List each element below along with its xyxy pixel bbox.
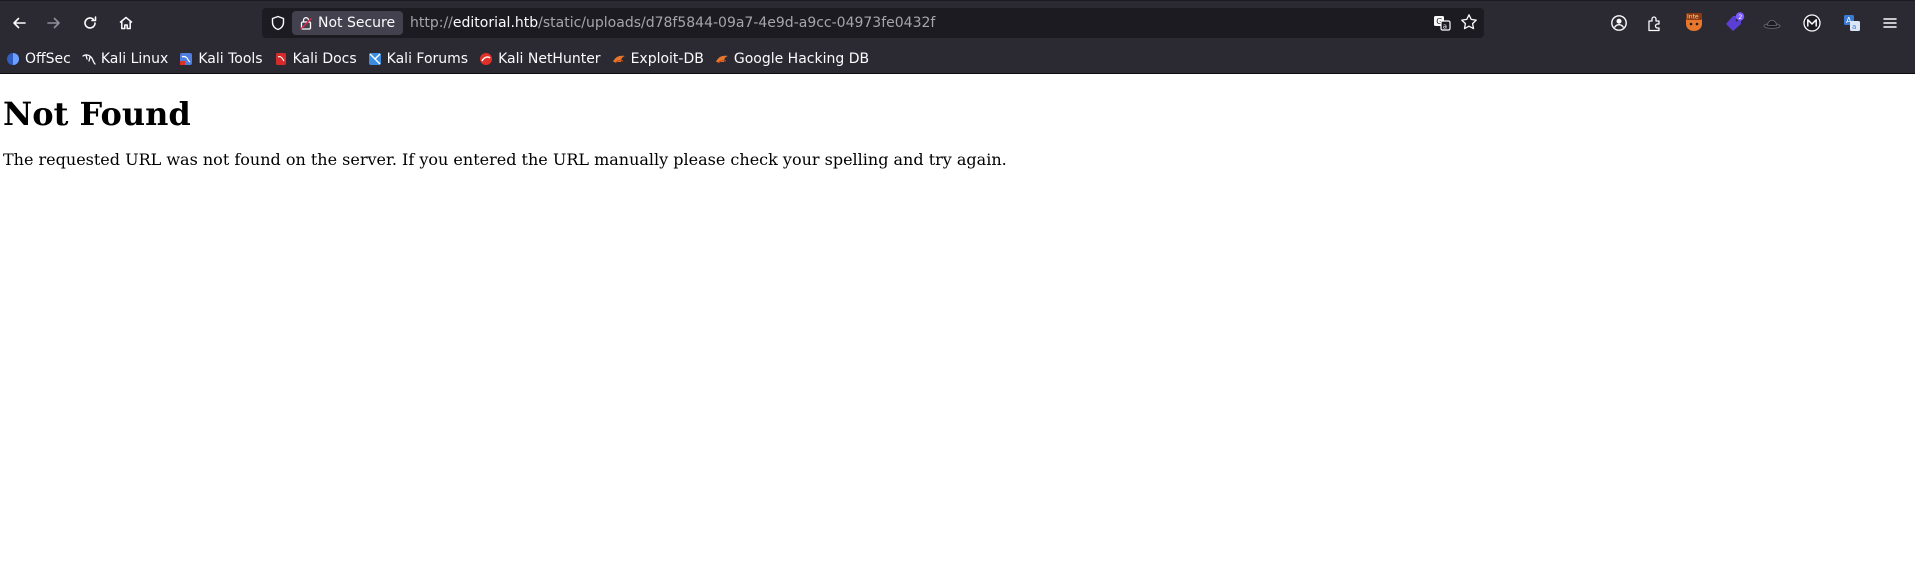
svg-text:a: a (1852, 23, 1856, 31)
account-icon (1611, 15, 1627, 31)
home-button[interactable] (110, 7, 142, 39)
security-label: Not Secure (318, 15, 396, 31)
error-message: The requested URL was not found on the s… (3, 150, 1007, 169)
reload-icon (84, 16, 97, 29)
kali-dragon-icon (82, 53, 96, 65)
offsec-icon (7, 52, 19, 65)
page-content: Not Found The requested URL was not foun… (0, 94, 1915, 170)
extension-hat-button[interactable] (1760, 11, 1784, 35)
reload-button[interactable] (74, 7, 106, 39)
google-hacking-db-icon (715, 55, 728, 63)
extension-translate-button[interactable]: A a (1840, 11, 1864, 35)
url-scheme: http:// (410, 15, 453, 31)
hat-extension-icon (1763, 20, 1781, 29)
bookmark-label: Google Hacking DB (733, 50, 870, 67)
bookmark-kali-nethunter[interactable]: Kali NetHunter (479, 47, 601, 71)
translate-extension-icon: A a (1844, 15, 1860, 31)
account-button[interactable] (1607, 11, 1631, 35)
translate-button[interactable]: G a (1432, 13, 1452, 37)
bookmarks-toolbar: OffSec Kali Linux Kali Tools Kali Docs K… (0, 44, 1915, 74)
browser-chrome: Not Secure http://editorial.htb/static/u… (0, 0, 1915, 74)
bookmark-offsec[interactable]: OffSec (6, 47, 71, 71)
fox-extension-icon: Inte (1686, 13, 1702, 31)
extension-badge-count: 2 (1738, 13, 1742, 21)
bookmark-label: Kali Linux (100, 50, 169, 67)
menu-button[interactable] (1878, 11, 1902, 35)
bookmark-kali-linux[interactable]: Kali Linux (82, 47, 168, 71)
tag-extension-icon: 2 (1726, 12, 1745, 31)
exploit-db-icon (612, 55, 625, 63)
extension-tag-button[interactable]: 2 (1722, 11, 1746, 35)
star-icon (1461, 14, 1477, 30)
bookmark-label: Kali Docs (292, 50, 357, 67)
page-title: Not Found (3, 95, 191, 133)
back-button[interactable] (3, 7, 35, 39)
bookmark-google-hacking-db[interactable]: Google Hacking DB (715, 47, 869, 71)
extension-fox-button[interactable]: Inte (1682, 11, 1706, 35)
extensions-icon (1648, 16, 1660, 32)
bookmark-label: OffSec (25, 50, 71, 67)
bookmark-label: Kali NetHunter (498, 50, 601, 67)
kali-tools-icon (180, 52, 193, 65)
url-bar[interactable]: Not Secure http://editorial.htb/static/u… (262, 8, 1484, 38)
bookmark-label: Exploit-DB (630, 50, 704, 67)
url-path: /static/uploads/d78f5844-09a7-4e9d-a9cc-… (538, 15, 936, 31)
forward-icon (47, 17, 60, 29)
url-host: editorial.htb (452, 15, 539, 31)
bookmark-kali-tools[interactable]: Kali Tools (179, 47, 263, 71)
kali-forums-icon (368, 52, 381, 65)
svg-text:a: a (1443, 22, 1447, 30)
kali-docs-icon (275, 52, 286, 65)
home-icon (119, 16, 133, 30)
forward-button[interactable] (38, 7, 70, 39)
bookmark-star-button[interactable] (1460, 13, 1478, 35)
extension-badge-inte: Inte (1687, 14, 1699, 21)
bookmark-label: Kali Forums (386, 50, 469, 67)
menu-icon (1883, 18, 1897, 28)
bookmark-kali-docs[interactable]: Kali Docs (274, 47, 357, 71)
navigation-toolbar: Not Secure http://editorial.htb/static/u… (0, 0, 1915, 44)
shield-icon[interactable] (270, 15, 286, 31)
bookmark-kali-forums[interactable]: Kali Forums (368, 47, 468, 71)
m-extension-icon (1803, 14, 1821, 32)
extensions-button[interactable] (1643, 11, 1667, 35)
back-icon (13, 17, 26, 29)
bookmark-exploit-db[interactable]: Exploit-DB (612, 47, 704, 71)
security-badge[interactable]: Not Secure (292, 11, 404, 35)
extension-m-button[interactable] (1800, 11, 1824, 35)
url-text[interactable]: http://editorial.htb/static/uploads/d78f… (410, 8, 935, 38)
kali-nethunter-icon (480, 52, 493, 65)
lock-broken-icon (300, 17, 312, 30)
translate-icon: G a (1434, 16, 1451, 31)
bookmark-label: Kali Tools (198, 50, 263, 67)
